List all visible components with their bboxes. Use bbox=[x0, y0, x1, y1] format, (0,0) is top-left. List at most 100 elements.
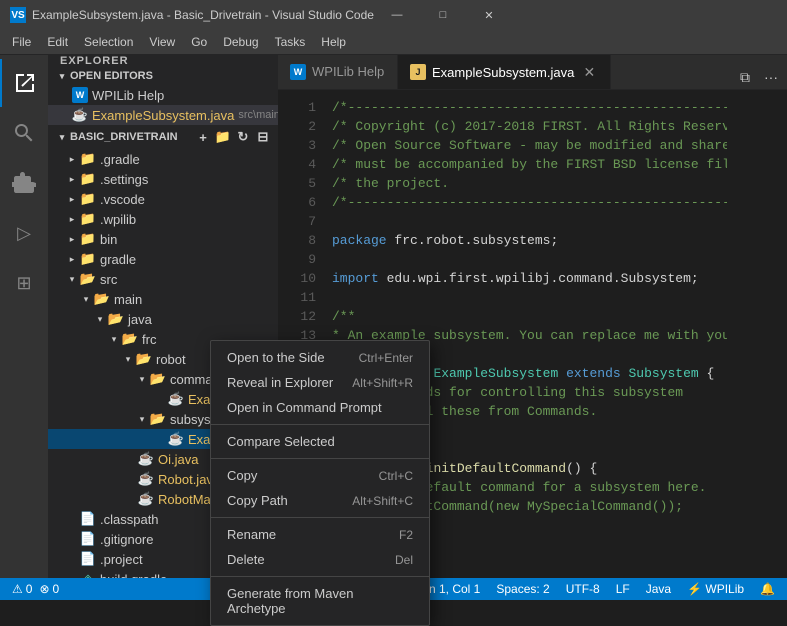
java-icon: ☕ bbox=[168, 391, 184, 407]
ctx-generate-maven[interactable]: Generate from Maven Archetype bbox=[211, 581, 429, 621]
context-menu: Open to the Side Ctrl+Enter Reveal in Ex… bbox=[210, 340, 430, 626]
java-icon: ☕ bbox=[168, 431, 184, 447]
folder-open-icon: 📂 bbox=[80, 271, 96, 287]
window-controls: — □ ✕ bbox=[374, 0, 512, 30]
ctx-separator-4 bbox=[211, 576, 429, 577]
ctx-rename[interactable]: Rename F2 bbox=[211, 522, 429, 547]
tree-vscode[interactable]: ▸ 📁 .vscode bbox=[48, 189, 278, 209]
folder-open-icon: 📂 bbox=[122, 331, 138, 347]
error-icon: ⚠ bbox=[12, 582, 23, 596]
java-icon: ☕ bbox=[138, 471, 154, 487]
tabs-bar: W WPILib Help J ExampleSubsystem.java ✕ … bbox=[278, 55, 787, 90]
tab-wpilib[interactable]: W WPILib Help bbox=[278, 55, 398, 89]
ctx-open-prompt[interactable]: Open in Command Prompt bbox=[211, 395, 429, 420]
ctx-copy-path[interactable]: Copy Path Alt+Shift+C bbox=[211, 488, 429, 513]
folder-open-icon: 📂 bbox=[94, 291, 110, 307]
status-encoding[interactable]: UTF-8 bbox=[562, 582, 604, 596]
file-icon: 📄 bbox=[80, 511, 96, 527]
new-file-button[interactable]: + bbox=[194, 128, 212, 146]
file-icon: 📄 bbox=[80, 531, 96, 547]
status-wpilib[interactable]: ⚡ WPILib bbox=[683, 582, 748, 596]
menu-selection[interactable]: Selection bbox=[76, 33, 141, 51]
status-bell[interactable]: 🔔 bbox=[756, 582, 779, 596]
ctx-separator-3 bbox=[211, 517, 429, 518]
close-button[interactable]: ✕ bbox=[466, 0, 512, 30]
minimap bbox=[727, 90, 787, 578]
open-editors-header[interactable]: ▾ OPEN EDITORS bbox=[48, 67, 278, 85]
chevron-icon: ▾ bbox=[54, 71, 70, 82]
tree-bin[interactable]: ▸ 📁 bin bbox=[48, 229, 278, 249]
tab-close-button[interactable]: ✕ bbox=[580, 63, 598, 81]
menu-debug[interactable]: Debug bbox=[215, 33, 266, 51]
tree-settings[interactable]: ▸ 📁 .settings bbox=[48, 169, 278, 189]
folder-open-icon: 📂 bbox=[136, 351, 152, 367]
folder-icon: 📁 bbox=[80, 231, 96, 247]
java-file-icon: ☕ bbox=[72, 107, 88, 123]
wpilib-icon: W bbox=[72, 87, 88, 103]
folder-open-icon: 📂 bbox=[150, 371, 166, 387]
tree-src[interactable]: ▾ 📂 src bbox=[48, 269, 278, 289]
tree-main[interactable]: ▾ 📂 main bbox=[48, 289, 278, 309]
ctx-reveal-explorer[interactable]: Reveal in Explorer Alt+Shift+R bbox=[211, 370, 429, 395]
status-spaces[interactable]: Spaces: 2 bbox=[492, 582, 553, 596]
basic-drivetrain-header[interactable]: ▾ BASIC_DRIVETRAIN + 📁 ↻ ⊟ bbox=[48, 125, 278, 149]
java-tab-icon: J bbox=[410, 64, 426, 80]
wpilib-tab-icon: W bbox=[290, 64, 306, 80]
menu-tasks[interactable]: Tasks bbox=[267, 33, 314, 51]
java-icon: ☕ bbox=[138, 491, 154, 507]
activity-debug[interactable]: ▷ bbox=[0, 209, 48, 257]
tab-examplesubsystem[interactable]: J ExampleSubsystem.java ✕ bbox=[398, 55, 611, 89]
tree-java[interactable]: ▾ 📂 java bbox=[48, 309, 278, 329]
ctx-separator-2 bbox=[211, 458, 429, 459]
tree-wpilib[interactable]: ▸ 📁 .wpilib bbox=[48, 209, 278, 229]
folder-open-icon: 📂 bbox=[108, 311, 124, 327]
java-icon: ☕ bbox=[138, 451, 154, 467]
activity-git[interactable] bbox=[0, 159, 48, 207]
folder-icon: 📁 bbox=[80, 211, 96, 227]
split-editor-button[interactable]: ⧉ bbox=[733, 65, 757, 89]
folder-open-icon: 📂 bbox=[150, 411, 166, 427]
ctx-open-side[interactable]: Open to the Side Ctrl+Enter bbox=[211, 345, 429, 370]
activity-search[interactable] bbox=[0, 109, 48, 157]
warning-icon: ⊗ bbox=[39, 582, 49, 596]
sidebar-actions: + 📁 ↻ ⊟ bbox=[194, 128, 272, 146]
tree-gradle-folder[interactable]: ▸ 📁 gradle bbox=[48, 249, 278, 269]
activity-explorer[interactable] bbox=[0, 59, 48, 107]
tree-gradle[interactable]: ▸ 📁 .gradle bbox=[48, 149, 278, 169]
menu-edit[interactable]: Edit bbox=[39, 33, 76, 51]
file-icon: 📄 bbox=[80, 551, 96, 567]
collapse-all-button[interactable]: ⊟ bbox=[254, 128, 272, 146]
tab-actions: ⧉ ··· bbox=[733, 65, 787, 89]
menubar: File Edit Selection View Go Debug Tasks … bbox=[0, 30, 787, 55]
app-icon: VS bbox=[10, 7, 26, 23]
menu-go[interactable]: Go bbox=[183, 33, 215, 51]
open-editor-examplesubsystem[interactable]: ☕ ExampleSubsystem.java src\main\java\fr… bbox=[48, 105, 278, 125]
status-language[interactable]: Java bbox=[642, 582, 675, 596]
activity-bar: ▷ ⊞ bbox=[0, 55, 48, 578]
folder-icon: 📁 bbox=[80, 251, 96, 267]
new-folder-button[interactable]: 📁 bbox=[214, 128, 232, 146]
refresh-button[interactable]: ↻ bbox=[234, 128, 252, 146]
minimize-button[interactable]: — bbox=[374, 0, 420, 30]
ctx-delete[interactable]: Delete Del bbox=[211, 547, 429, 572]
status-right: Ln 1, Col 1 Spaces: 2 UTF-8 LF Java ⚡ WP… bbox=[418, 582, 779, 596]
maximize-button[interactable]: □ bbox=[420, 0, 466, 30]
gradle-icon: ◈ bbox=[80, 571, 96, 578]
ctx-compare-selected[interactable]: Compare Selected bbox=[211, 429, 429, 454]
ctx-separator-1 bbox=[211, 424, 429, 425]
ctx-copy[interactable]: Copy Ctrl+C bbox=[211, 463, 429, 488]
titlebar-title: ExampleSubsystem.java - Basic_Drivetrain… bbox=[32, 8, 374, 22]
bell-icon: 🔔 bbox=[760, 582, 775, 596]
menu-file[interactable]: File bbox=[4, 33, 39, 51]
more-actions-button[interactable]: ··· bbox=[759, 65, 783, 89]
activity-extensions[interactable]: ⊞ bbox=[0, 259, 48, 307]
folder-icon: 📁 bbox=[80, 171, 96, 187]
status-eol[interactable]: LF bbox=[612, 582, 634, 596]
menu-view[interactable]: View bbox=[141, 33, 183, 51]
menu-help[interactable]: Help bbox=[313, 33, 354, 51]
status-errors[interactable]: ⚠ 0 ⊗ 0 bbox=[8, 582, 63, 596]
open-editor-wpilib[interactable]: W WPILib Help bbox=[48, 85, 278, 105]
sidebar-header: EXPLORER bbox=[48, 55, 278, 67]
folder-icon: 📁 bbox=[80, 151, 96, 167]
chevron-icon: ▾ bbox=[54, 132, 70, 143]
